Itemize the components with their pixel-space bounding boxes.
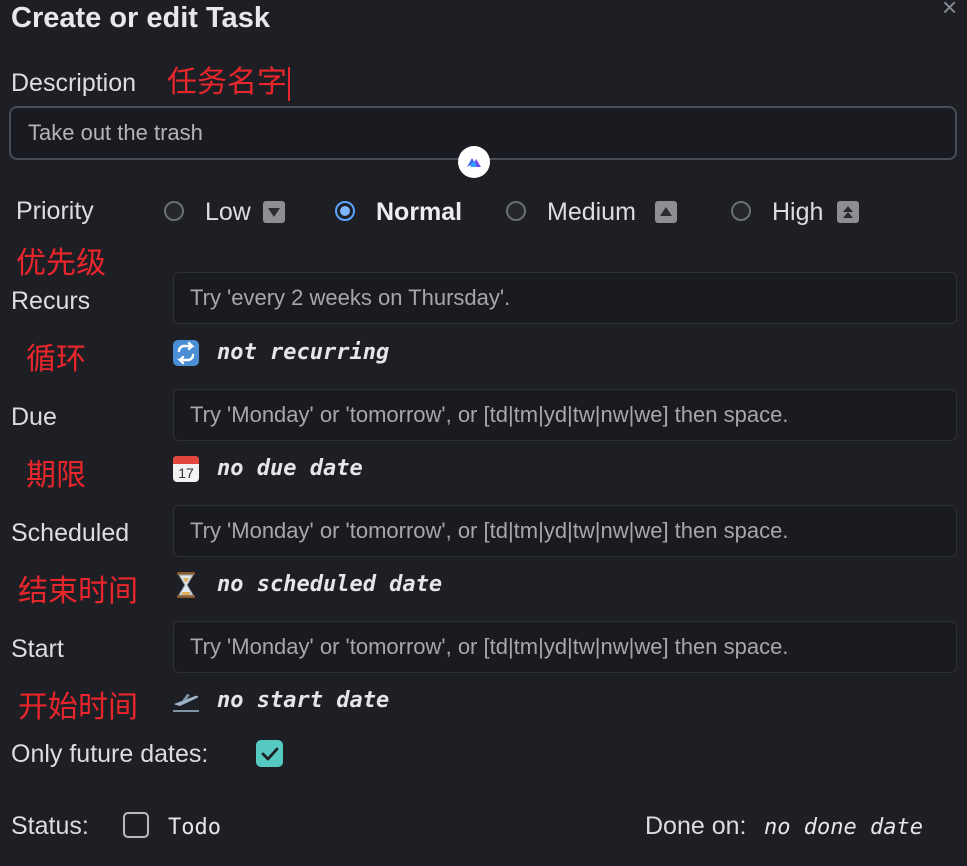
due-input[interactable]: Try 'Monday' or 'tomorrow', or [td|tm|yd… [173,389,957,441]
repeat-icon [172,339,200,372]
priority-normal-radio[interactable] [335,201,355,221]
recurs-annotation: 循环 [26,342,86,377]
airplane-departure-icon [171,690,201,719]
priority-medium-label[interactable]: Medium [547,198,636,227]
close-icon[interactable]: × [942,0,957,23]
priority-low-icon [263,201,285,223]
start-input[interactable]: Try 'Monday' or 'tomorrow', or [td|tm|yd… [173,621,957,673]
done-on-value: no done date [764,815,923,840]
calendar-icon-date: 17 [178,465,194,481]
scheduled-placeholder: Try 'Monday' or 'tomorrow', or [td|tm|yd… [190,518,789,543]
due-status: no due date [217,456,363,481]
description-label-text: Description [11,69,137,97]
text-cursor [288,66,290,101]
scheduled-label: Scheduled [11,519,130,547]
hourglass-icon [174,571,198,604]
todo-label[interactable]: Todo [168,815,221,840]
scheduled-annotation: 结束时间 [18,574,138,609]
priority-low-label[interactable]: Low [205,198,251,227]
done-on-label: Done on: [645,812,747,840]
dialog-title: Create or edit Task [11,2,270,34]
priority-medium-radio[interactable] [506,201,526,221]
checkmark-icon [261,747,278,760]
recurs-input[interactable]: Try 'every 2 weeks on Thursday'. [173,272,957,324]
priority-label: Priority [16,197,94,225]
status-label: Status: [11,812,89,840]
start-placeholder: Try 'Monday' or 'tomorrow', or [td|tm|yd… [190,634,789,659]
priority-high-radio[interactable] [731,201,751,221]
only-future-dates-checkbox[interactable] [256,740,283,767]
priority-normal-label[interactable]: Normal [376,198,462,227]
priority-annotation: 优先级 [16,246,106,281]
due-label: Due [11,403,57,431]
priority-low-radio[interactable] [164,201,184,221]
start-label: Start [11,635,64,663]
due-annotation: 期限 [26,458,86,493]
description-value: Take out the trash [28,120,203,145]
description-label: Description [11,69,136,98]
only-future-dates-label: Only future dates: [11,740,209,768]
recurs-label: Recurs [11,287,91,315]
scheduled-input[interactable]: Try 'Monday' or 'tomorrow', or [td|tm|yd… [173,505,957,557]
priority-high-label[interactable]: High [772,198,823,227]
scheduled-status: no scheduled date [217,572,443,597]
due-placeholder: Try 'Monday' or 'tomorrow', or [td|tm|yd… [190,402,789,427]
extension-badge-icon[interactable] [458,146,490,178]
recurs-status: not recurring [217,340,390,365]
recurs-placeholder: Try 'every 2 weeks on Thursday'. [190,285,511,310]
description-annotation: 任务名字 [167,57,290,101]
calendar-icon: 17 [172,455,200,483]
start-annotation: 开始时间 [18,690,138,725]
priority-medium-icon [655,201,677,223]
priority-high-icon [837,201,859,223]
description-annotation-text: 任务名字 [167,65,287,100]
todo-checkbox[interactable] [123,812,149,838]
start-status: no start date [217,688,390,713]
